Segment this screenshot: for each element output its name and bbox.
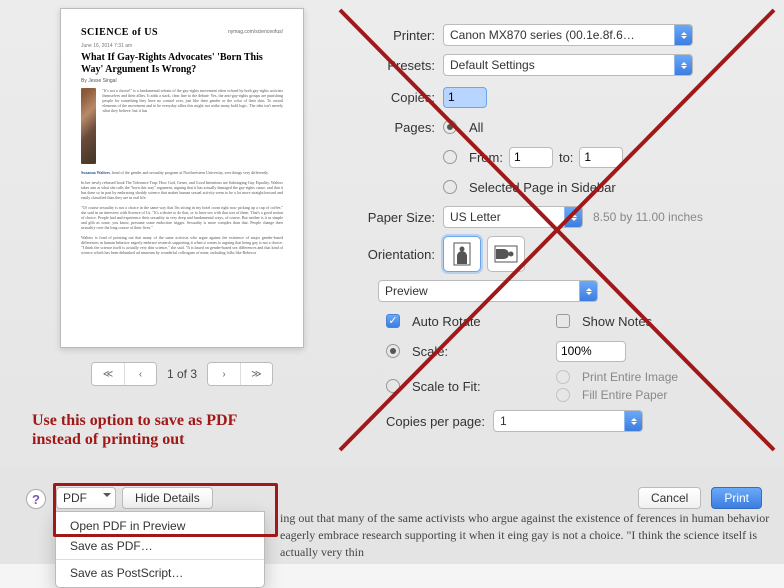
copies-label: Copies: xyxy=(350,90,435,105)
doc-source: nymag.com/scienceofus/ xyxy=(228,30,283,35)
landscape-button[interactable] xyxy=(487,236,525,272)
print-button[interactable]: Print xyxy=(711,487,762,509)
doc-photo xyxy=(81,88,96,164)
section-select[interactable]: Preview xyxy=(378,280,598,302)
portrait-button[interactable] xyxy=(443,236,481,272)
preview-page: SCIENCE of US nymag.com/scienceofus/ Jun… xyxy=(60,8,304,348)
scaletofit-radio[interactable] xyxy=(386,379,400,393)
pages-all-radio[interactable] xyxy=(443,120,457,134)
cancel-button[interactable]: Cancel xyxy=(638,487,701,509)
copiesper-label: Copies per page: xyxy=(350,414,485,429)
doc-title: What If Gay-Rights Advocates' 'Born This… xyxy=(81,52,283,76)
orientation-label: Orientation: xyxy=(350,247,435,262)
next-page-button[interactable]: › xyxy=(208,363,240,385)
prev-page-button[interactable]: ‹ xyxy=(124,363,156,385)
help-button[interactable]: ? xyxy=(26,489,46,509)
presets-select[interactable]: Default Settings xyxy=(443,54,693,76)
printer-select[interactable]: Canon MX870 series (00.1e.8f.6… xyxy=(443,24,693,46)
from-input[interactable] xyxy=(509,147,553,168)
chevron-updown-icon xyxy=(624,411,642,431)
pdf-save-postscript[interactable]: Save as PostScript… xyxy=(56,563,264,583)
chevron-updown-icon xyxy=(674,55,692,75)
pages-label: Pages: xyxy=(350,120,435,135)
print-preview: SCIENCE of US nymag.com/scienceofus/ Jun… xyxy=(60,8,304,403)
presets-label: Presets: xyxy=(350,58,435,73)
pages-all-label: All xyxy=(469,120,483,135)
print-dialog: SCIENCE of US nymag.com/scienceofus/ Jun… xyxy=(0,0,784,564)
annotation-box xyxy=(53,483,278,537)
paper-dimensions: 8.50 by 11.00 inches xyxy=(593,210,703,224)
copies-input[interactable] xyxy=(443,87,487,108)
copiesper-select[interactable]: 1 xyxy=(493,410,643,432)
autorotate-checkbox[interactable] xyxy=(386,314,400,328)
chevron-updown-icon xyxy=(564,207,582,227)
first-page-button[interactable]: ≪ xyxy=(92,363,124,385)
pages-from-radio[interactable] xyxy=(443,150,457,164)
shownotes-checkbox[interactable] xyxy=(556,314,570,328)
to-input[interactable] xyxy=(579,147,623,168)
doc-logo: SCIENCE of US xyxy=(81,27,158,38)
print-entire-radio xyxy=(556,370,570,384)
scale-radio[interactable] xyxy=(386,344,400,358)
doc-byline: By Jesse Singal xyxy=(81,79,283,84)
doc-date: June 16, 2014 7:31 am xyxy=(81,44,283,49)
chevron-updown-icon xyxy=(674,25,692,45)
print-controls: Printer: Canon MX870 series (00.1e.8f.6…… xyxy=(350,24,780,440)
papersize-select[interactable]: US Letter xyxy=(443,206,583,228)
papersize-label: Paper Size: xyxy=(350,210,435,225)
background-document-text: ing out that many of the same activists … xyxy=(280,510,780,561)
last-page-button[interactable]: ≫ xyxy=(240,363,272,385)
page-info: 1 of 3 xyxy=(167,367,197,381)
annotation-text: Use this option to save as PDF instead o… xyxy=(32,411,262,449)
pages-selected-radio[interactable] xyxy=(443,180,457,194)
pager: ≪ ‹ 1 of 3 › ≫ xyxy=(60,362,304,386)
fill-paper-radio xyxy=(556,388,570,402)
printer-label: Printer: xyxy=(350,28,435,43)
doc-body: "It's not a choice!" is a fundamental re… xyxy=(102,88,283,164)
pdf-save-as[interactable]: Save as PDF… xyxy=(56,536,264,556)
scale-input[interactable] xyxy=(556,341,626,362)
chevron-updown-icon xyxy=(579,281,597,301)
